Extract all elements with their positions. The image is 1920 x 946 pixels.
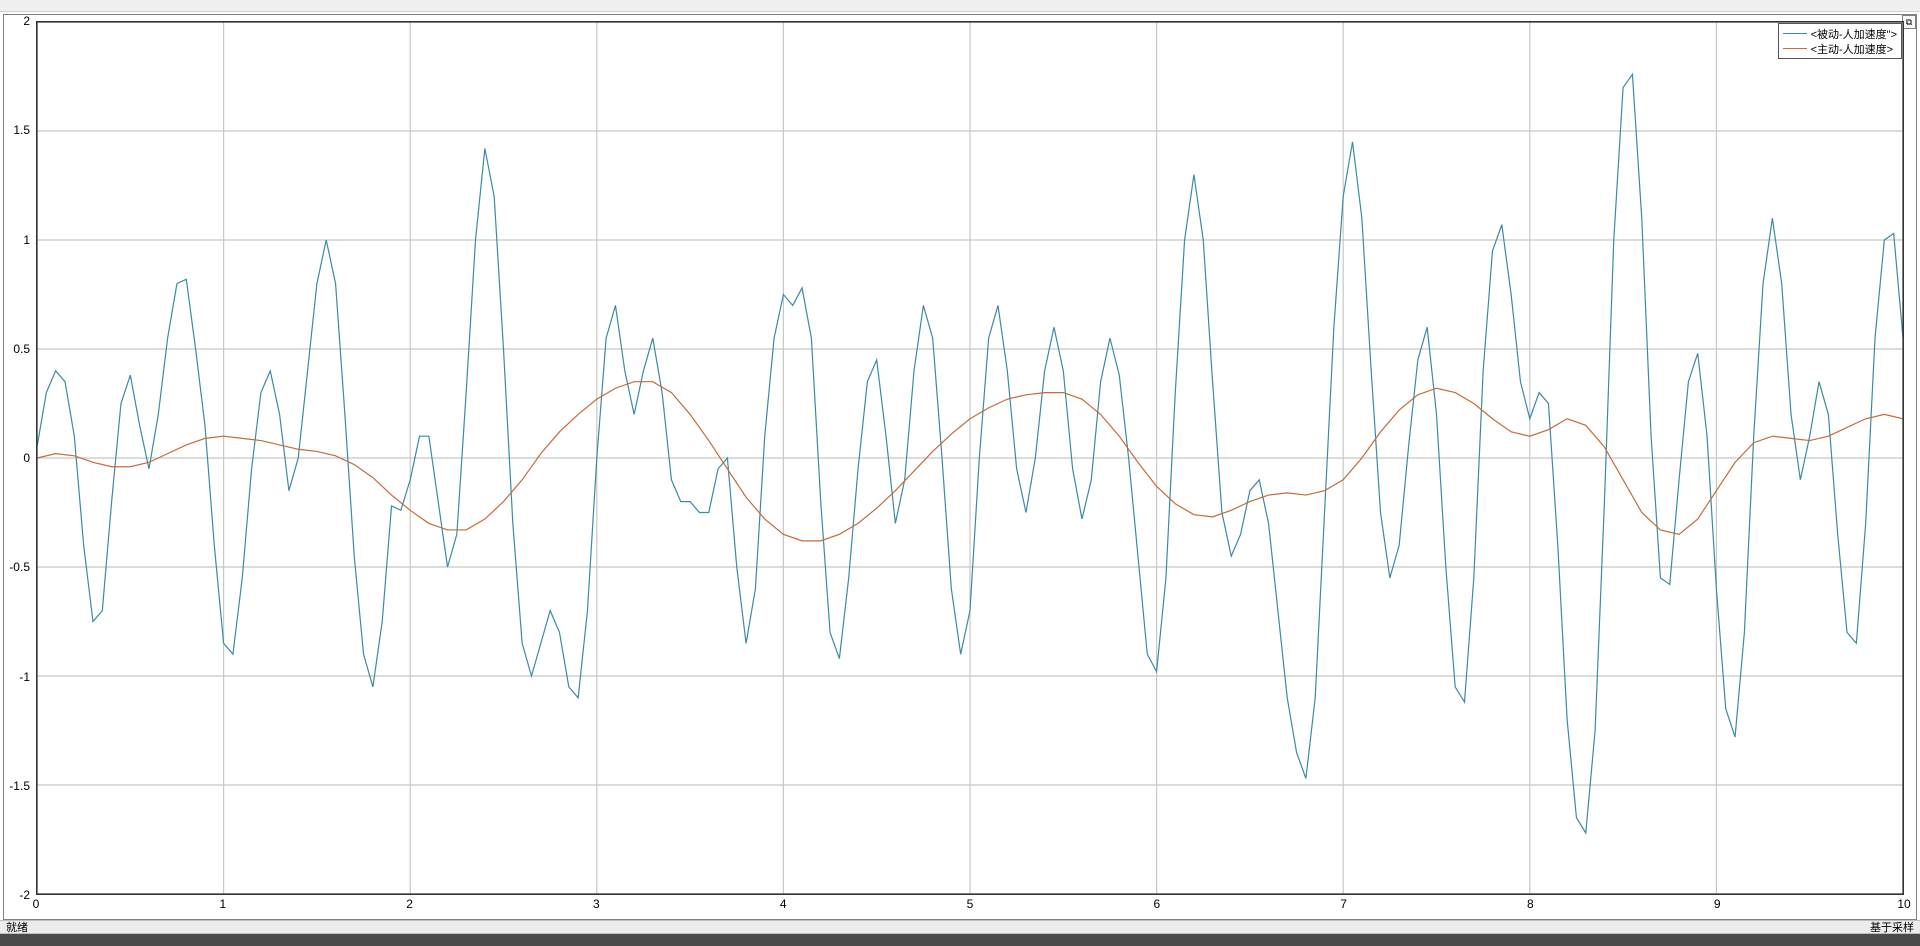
legend-item-passive[interactable]: <被动-人加速度"> xyxy=(1783,26,1897,41)
y-tick-label: -1.5 xyxy=(9,779,30,793)
y-tick-label: 1.5 xyxy=(13,123,30,137)
y-axis-labels: -2-1.5-1-0.500.511.52 xyxy=(4,21,34,895)
status-right: 基于采样 xyxy=(1870,921,1914,933)
x-tick-label: 3 xyxy=(593,897,600,911)
x-tick-label: 4 xyxy=(780,897,787,911)
chart-canvas xyxy=(37,22,1903,894)
status-left: 就绪 xyxy=(6,921,28,933)
x-tick-label: 5 xyxy=(967,897,974,911)
x-tick-label: 1 xyxy=(219,897,226,911)
toolbar-strip xyxy=(0,0,1920,12)
x-tick-label: 9 xyxy=(1714,897,1721,911)
status-bar: 就绪 基于采样 xyxy=(0,920,1920,934)
footer-strip xyxy=(0,934,1920,946)
legend-label-active: <主动-人加速度> xyxy=(1811,41,1894,57)
legend-label-passive: <被动-人加速度"> xyxy=(1811,26,1897,42)
x-tick-label: 6 xyxy=(1153,897,1160,911)
y-tick-label: 2 xyxy=(23,14,30,28)
y-tick-label: -0.5 xyxy=(9,560,30,574)
x-tick-label: 10 xyxy=(1897,897,1910,911)
chart-axes[interactable]: <被动-人加速度"> <主动-人加速度> xyxy=(36,21,1904,895)
x-tick-label: 0 xyxy=(33,897,40,911)
legend-swatch-passive xyxy=(1783,33,1807,35)
plot-frame: ⧉ -2 -1.5 -1 -0.5 0 0.5 1 1.5 2 <被动-人加速度"> <主动-人… xyxy=(3,14,1917,920)
gridlines xyxy=(37,22,1903,894)
legend[interactable]: <被动-人加速度"> <主动-人加速度> xyxy=(1778,23,1902,59)
y-tick-label: 0 xyxy=(23,451,30,465)
y-tick-label: -1 xyxy=(19,670,30,684)
y-tick-label: 1 xyxy=(23,233,30,247)
y-tick-label: 0.5 xyxy=(13,342,30,356)
y-tick-label: -2 xyxy=(19,888,30,902)
legend-swatch-active xyxy=(1783,48,1807,50)
x-axis-labels: 012345678910 xyxy=(36,897,1904,913)
scope-window: ⧉ -2 -1.5 -1 -0.5 0 0.5 1 1.5 2 <被动-人加速度"> <主动-人… xyxy=(0,0,1920,946)
x-tick-label: 7 xyxy=(1340,897,1347,911)
legend-item-active[interactable]: <主动-人加速度> xyxy=(1783,41,1897,56)
legend-toggle-icon[interactable]: ⧉ xyxy=(1902,15,1916,29)
x-tick-label: 8 xyxy=(1527,897,1534,911)
x-tick-label: 2 xyxy=(406,897,413,911)
